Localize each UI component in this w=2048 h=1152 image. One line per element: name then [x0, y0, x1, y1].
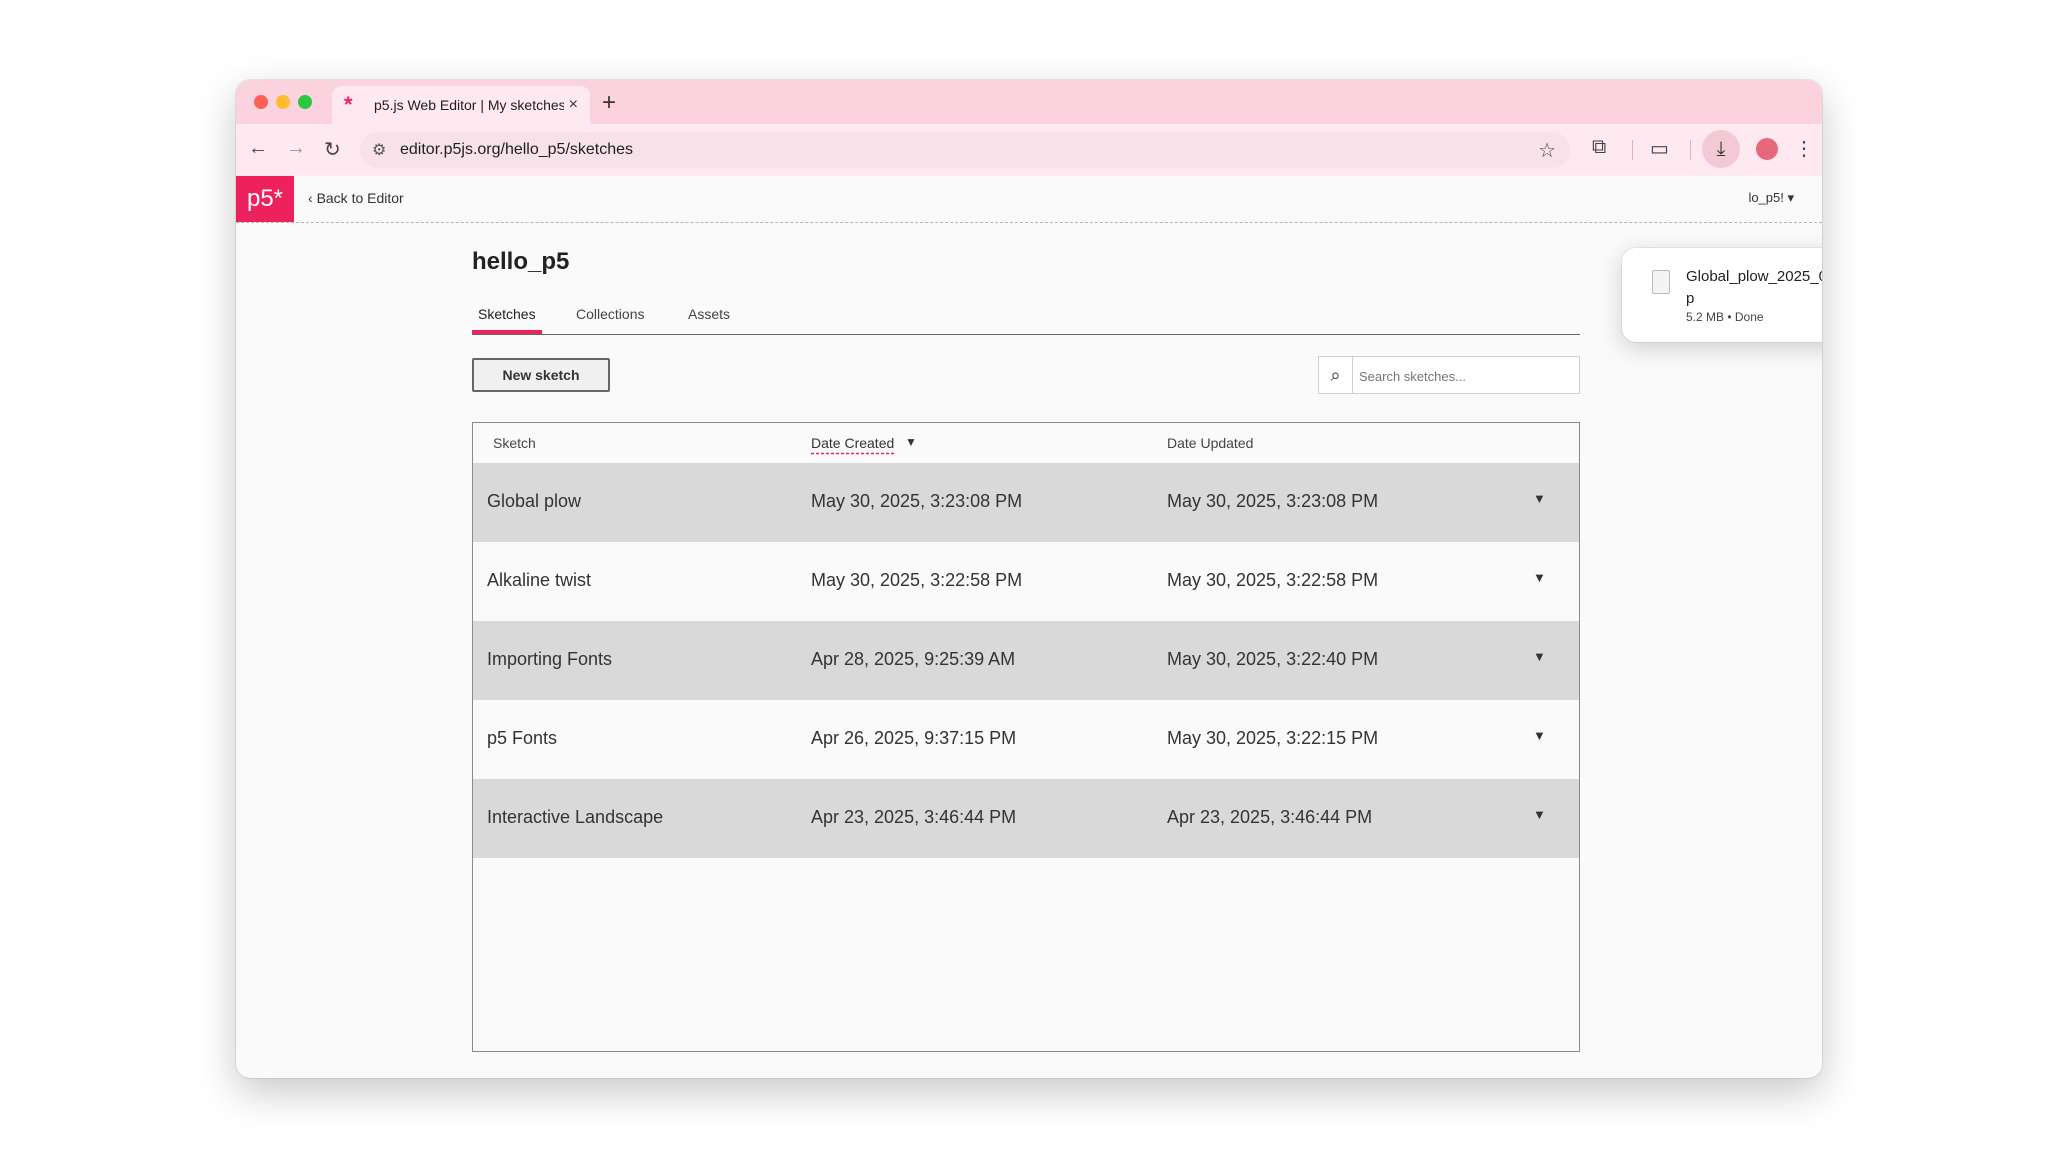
active-tab-indicator	[472, 330, 542, 334]
reload-icon[interactable]: ↻	[324, 137, 341, 162]
new-tab-button[interactable]: +	[602, 89, 616, 117]
back-to-editor-link[interactable]: ‹ Back to Editor	[308, 190, 404, 206]
zoom-window-button[interactable]	[298, 95, 312, 109]
profile-avatar[interactable]	[1756, 138, 1778, 160]
date-created: Apr 26, 2025, 9:37:15 PM	[811, 728, 1017, 748]
search-box: ⌕	[1318, 356, 1580, 395]
toolbar-separator	[1632, 140, 1633, 160]
new-sketch-button[interactable]: New sketch	[472, 358, 610, 392]
downloads-icon[interactable]: ⤓	[1702, 130, 1740, 168]
url-text[interactable]: editor.p5js.org/hello_p5/sketches	[400, 141, 633, 159]
sketch-name[interactable]: Interactive Landscape	[487, 807, 663, 828]
date-created: Apr 23, 2025, 3:46:44 PM	[811, 807, 1017, 827]
download-bubble: Global_plow_2025_05_30_19_45_45.zip 5.2 …	[1622, 248, 1822, 342]
table-row[interactable]: Alkaline twist May 30, 2025, 3:22:58 PM …	[473, 542, 1579, 621]
browser-window: * p5.js Web Editor | My sketches × + ← →…	[236, 80, 1822, 1078]
row-dropdown-icon[interactable]: ▼	[1533, 728, 1546, 743]
row-dropdown-icon[interactable]: ▼	[1533, 570, 1546, 585]
content-tabs: Sketches Collections Assets	[472, 300, 1580, 335]
download-file-name[interactable]: Global_plow_2025_05_30_19_45_45.zip	[1686, 266, 1822, 310]
close-tab-icon[interactable]: ×	[569, 96, 578, 114]
table-row[interactable]: p5 Fonts Apr 26, 2025, 9:37:15 PM May 30…	[473, 700, 1579, 779]
toolbar-separator	[1690, 140, 1691, 160]
back-to-editor-label: Back to Editor	[316, 190, 404, 206]
date-updated: May 30, 2025, 3:22:40 PM	[1167, 649, 1379, 669]
table-row[interactable]: Interactive Landscape Apr 23, 2025, 3:46…	[473, 779, 1579, 858]
minimize-window-button[interactable]	[276, 95, 290, 109]
p5-nav-header: p5* ‹ Back to Editor lo_p5! ▾	[236, 176, 1822, 223]
sketch-name[interactable]: Global plow	[487, 491, 581, 512]
sketch-name[interactable]: Importing Fonts	[487, 649, 612, 670]
row-dropdown-icon[interactable]: ▼	[1533, 491, 1546, 506]
search-input[interactable]	[1357, 357, 1577, 395]
forward-arrow-icon[interactable]: →	[286, 137, 306, 160]
p5-logo[interactable]: p5*	[236, 176, 294, 222]
more-menu-icon[interactable]: ⋮	[1794, 136, 1814, 161]
download-status: 5.2 MB • Done	[1686, 310, 1764, 324]
tab-assets[interactable]: Assets	[688, 306, 730, 322]
extensions-icon[interactable]: ⧉	[1592, 136, 1606, 159]
tab-collections[interactable]: Collections	[576, 306, 644, 322]
row-dropdown-icon[interactable]: ▼	[1533, 807, 1546, 822]
date-updated: May 30, 2025, 3:22:15 PM	[1167, 728, 1379, 748]
column-header-date-updated[interactable]: Date Updated	[1167, 435, 1253, 451]
sketches-table: Sketch Date Created ▼ Date Updated Globa…	[472, 422, 1580, 1052]
date-updated: Apr 23, 2025, 3:46:44 PM	[1167, 807, 1373, 827]
date-updated: May 30, 2025, 3:22:58 PM	[1167, 570, 1379, 590]
page-title: hello_p5	[472, 248, 570, 275]
sort-desc-icon: ▼	[905, 435, 917, 449]
user-menu[interactable]: lo_p5! ▾	[1748, 190, 1794, 206]
back-arrow-icon[interactable]: ←	[248, 137, 268, 160]
date-created: Apr 28, 2025, 9:25:39 AM	[811, 649, 1016, 669]
file-icon	[1652, 270, 1670, 294]
tab-strip: * p5.js Web Editor | My sketches × +	[236, 80, 1822, 124]
tab-title: p5.js Web Editor | My sketches	[374, 97, 564, 113]
table-row[interactable]: Importing Fonts Apr 28, 2025, 9:25:39 AM…	[473, 621, 1579, 700]
cast-icon[interactable]: ▭	[1650, 136, 1669, 161]
chevron-left-icon: ‹	[308, 190, 317, 206]
table-row[interactable]: Global plow May 30, 2025, 3:23:08 PM May…	[473, 463, 1579, 542]
row-dropdown-icon[interactable]: ▼	[1533, 649, 1546, 664]
address-bar[interactable]: ⚙ editor.p5js.org/hello_p5/sketches ☆	[360, 132, 1570, 168]
column-header-date-created[interactable]: Date Created	[811, 435, 894, 451]
date-created: May 30, 2025, 3:23:08 PM	[811, 491, 1023, 511]
date-updated: May 30, 2025, 3:23:08 PM	[1167, 491, 1379, 511]
sketch-name[interactable]: Alkaline twist	[487, 570, 591, 591]
sketch-name[interactable]: p5 Fonts	[487, 728, 557, 749]
close-window-button[interactable]	[254, 95, 268, 109]
column-header-sketch[interactable]: Sketch	[493, 435, 536, 451]
browser-tab[interactable]: * p5.js Web Editor | My sketches ×	[332, 86, 590, 124]
browser-toolbar: ← → ↻ ⚙ editor.p5js.org/hello_p5/sketche…	[236, 124, 1822, 177]
site-settings-icon[interactable]: ⚙	[372, 140, 386, 160]
tab-sketches[interactable]: Sketches	[478, 306, 536, 322]
p5-asterisk-icon: *	[344, 92, 353, 117]
date-created: May 30, 2025, 3:22:58 PM	[811, 570, 1023, 590]
bookmark-star-icon[interactable]: ☆	[1538, 138, 1556, 163]
table-header: Sketch Date Created ▼ Date Updated	[473, 423, 1579, 463]
search-icon: ⌕	[1319, 357, 1353, 393]
